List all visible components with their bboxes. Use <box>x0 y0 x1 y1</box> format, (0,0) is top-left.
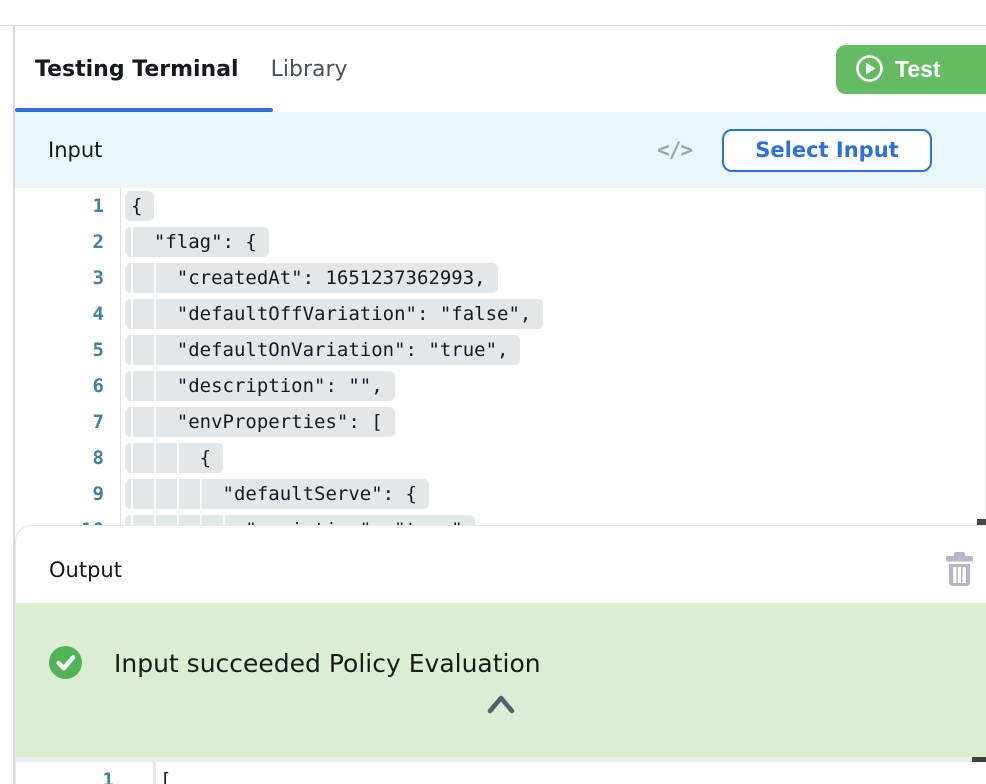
output-code-editor[interactable]: 1[ <box>31 762 986 784</box>
code-line-content[interactable]: "defaultOffVariation": "false", <box>121 296 985 332</box>
line-number: 7 <box>93 411 104 433</box>
editor-gutter: 10 <box>15 512 121 525</box>
code-line-content[interactable]: "envProperties": [ <box>121 404 985 440</box>
code-text: "defaultServe": { <box>121 483 417 505</box>
code-line[interactable]: 1[ <box>31 762 986 784</box>
line-number: 9 <box>93 483 104 505</box>
editor-gutter: 9 <box>15 476 121 512</box>
editor-gutter: 6 <box>15 368 121 404</box>
code-text: "envProperties": [ <box>121 411 383 433</box>
code-line-content[interactable]: "flag": { <box>121 224 985 260</box>
code-text: { <box>121 447 211 469</box>
code-line[interactable]: 1{ <box>15 188 985 224</box>
input-title: Input <box>48 138 102 162</box>
output-panel: Output Input succeeded Policy E <box>15 525 986 784</box>
code-line[interactable]: 8 { <box>15 440 985 476</box>
editor-gutter: 1 <box>15 188 121 224</box>
testing-terminal-page: Testing Terminal Library Test Input </> … <box>0 0 986 784</box>
code-line-content[interactable]: { <box>121 188 985 224</box>
code-line[interactable]: 4 "defaultOffVariation": "false", <box>15 296 985 332</box>
code-text: { <box>121 195 142 217</box>
result-banner-message: Input succeeded Policy Evaluation <box>114 649 541 678</box>
code-line[interactable]: 10 "variation": "true" <box>15 512 985 525</box>
code-text: "defaultOffVariation": "false", <box>121 303 531 325</box>
code-text: "createdAt": 1651237362993, <box>121 267 486 289</box>
input-section-header: Input </> Select Input <box>15 112 986 188</box>
editor-gutter: 5 <box>15 332 121 368</box>
editor-gutter: 4 <box>15 296 121 332</box>
editor-gutter: 1 <box>31 762 156 784</box>
code-line-content[interactable]: "defaultServe": { <box>121 476 985 512</box>
line-number: 6 <box>93 375 104 397</box>
tab-testing-terminal[interactable]: Testing Terminal <box>35 57 239 82</box>
line-number: 3 <box>93 267 104 289</box>
chevron-up-icon[interactable] <box>484 691 518 719</box>
editor-gutter: 8 <box>15 440 121 476</box>
output-section-header: Output <box>16 526 986 603</box>
test-button[interactable]: Test <box>836 45 986 94</box>
tab-bar: Testing Terminal Library Test <box>15 26 986 112</box>
code-text: "defaultOnVariation": "true", <box>121 339 509 361</box>
code-line-content[interactable]: "createdAt": 1651237362993, <box>121 260 985 296</box>
code-line[interactable]: 7 "envProperties": [ <box>15 404 985 440</box>
code-line-content[interactable]: { <box>121 440 985 476</box>
result-banner: Input succeeded Policy Evaluation <box>16 603 986 757</box>
line-number: 4 <box>93 303 104 325</box>
line-number: 1 <box>93 195 104 217</box>
code-line[interactable]: 9 "defaultServe": { <box>15 476 985 512</box>
code-brackets-icon[interactable]: </> <box>657 138 692 162</box>
input-code-editor[interactable]: 1{2 "flag": {3 "createdAt": 165123736299… <box>15 188 986 525</box>
code-line[interactable]: 2 "flag": { <box>15 224 985 260</box>
success-check-icon <box>49 646 82 679</box>
code-line-content[interactable]: "variation": "true" <box>121 512 985 525</box>
editor-gutter: 7 <box>15 404 121 440</box>
editor-gutter: 3 <box>15 260 121 296</box>
input-controls: </> Select Input <box>657 129 986 172</box>
output-title: Output <box>49 558 122 582</box>
input-editor-hscrollbar[interactable] <box>977 519 986 525</box>
code-line[interactable]: 6 "description": "", <box>15 368 985 404</box>
tab-group: Testing Terminal Library <box>35 26 348 112</box>
line-number: 5 <box>93 339 104 361</box>
line-number: 8 <box>93 447 104 469</box>
code-line-content[interactable]: "defaultOnVariation": "true", <box>121 332 985 368</box>
editor-gutter: 2 <box>15 224 121 260</box>
code-line[interactable]: 5 "defaultOnVariation": "true", <box>15 332 985 368</box>
code-line-content[interactable]: [ <box>156 762 986 784</box>
trash-icon[interactable] <box>944 552 975 587</box>
select-input-button[interactable]: Select Input <box>722 129 932 172</box>
code-text: [ <box>156 769 171 784</box>
code-text: "flag": { <box>121 231 257 253</box>
test-button-label: Test <box>895 56 941 83</box>
code-line-content[interactable]: "description": "", <box>121 368 985 404</box>
line-number: 2 <box>93 231 104 253</box>
code-text: "description": "", <box>121 375 383 397</box>
code-line[interactable]: 3 "createdAt": 1651237362993, <box>15 260 985 296</box>
tab-library[interactable]: Library <box>271 57 348 82</box>
play-circle-icon <box>854 53 885 87</box>
line-number: 1 <box>103 769 114 784</box>
